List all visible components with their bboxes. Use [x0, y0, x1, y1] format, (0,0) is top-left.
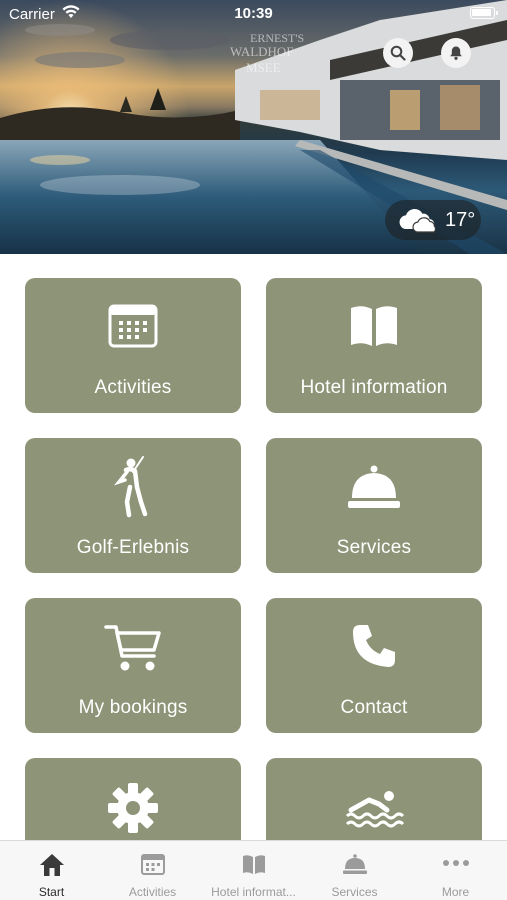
tile-label: My bookings — [78, 697, 188, 718]
tile-my-bookings[interactable]: My bookings — [25, 598, 241, 733]
tab-activities[interactable]: Activities — [102, 841, 203, 900]
tab-label: Start — [38, 885, 65, 899]
search-icon — [390, 45, 406, 61]
search-button[interactable] — [383, 38, 413, 68]
tab-label: Hotel informat... — [211, 885, 296, 899]
service-bell-icon — [342, 854, 367, 874]
clock: 10:39 — [234, 5, 273, 22]
tab-label: More — [441, 885, 470, 899]
book-icon — [351, 306, 397, 346]
status-bar: Carrier 10:39 — [0, 0, 507, 28]
service-bell-icon — [348, 465, 400, 508]
gear-icon — [108, 783, 158, 833]
hero-image: ERNEST'S WALDHOF MSEE Carrier 10:39 17° — [0, 0, 507, 254]
golfer-icon — [113, 456, 148, 518]
tab-bar: Start Activities Hotel informat... Servi… — [0, 840, 507, 900]
temperature-label: 17° — [445, 208, 476, 231]
tile-activities[interactable]: Activities — [25, 278, 241, 413]
tile-label: Golf-Erlebnis — [76, 537, 190, 558]
tile-label: Services — [336, 537, 412, 558]
tile-contact[interactable]: Contact — [266, 598, 482, 733]
tile-label: Contact — [340, 697, 408, 718]
tile-golf-erlebnis[interactable]: Golf-Erlebnis — [25, 438, 241, 573]
tile-hotel-information[interactable]: Hotel information — [266, 278, 482, 413]
weather-widget[interactable]: 17° — [385, 200, 481, 240]
tile-label: Activities — [94, 377, 172, 398]
tab-services[interactable]: Services — [304, 841, 405, 900]
tab-label: Services — [331, 885, 378, 899]
notifications-button[interactable] — [441, 38, 471, 68]
tab-hotel-information[interactable]: Hotel informat... — [203, 841, 304, 900]
svg-text:ERNEST'S: ERNEST'S — [250, 31, 304, 45]
tile-label: Hotel information — [300, 377, 448, 398]
svg-text:WALDHOF: WALDHOF — [230, 44, 294, 59]
bell-icon — [450, 46, 462, 60]
tab-label: Activities — [128, 885, 177, 899]
tile-services[interactable]: Services — [266, 438, 482, 573]
phone-icon — [353, 625, 395, 667]
home-icon — [39, 854, 64, 876]
cloud-icon — [399, 208, 437, 233]
book-icon — [242, 855, 265, 874]
app-screen: ERNEST'S WALDHOF MSEE Carrier 10:39 17° … — [0, 0, 507, 900]
tab-start[interactable]: Start — [1, 841, 102, 900]
calendar-icon — [140, 854, 165, 875]
cart-icon — [104, 625, 161, 671]
tab-more[interactable]: More — [405, 841, 506, 900]
battery-icon — [470, 7, 498, 19]
swimmer-icon — [345, 791, 405, 828]
calendar-icon — [108, 304, 158, 348]
svg-text:MSEE: MSEE — [246, 60, 281, 75]
more-icon — [442, 860, 469, 866]
